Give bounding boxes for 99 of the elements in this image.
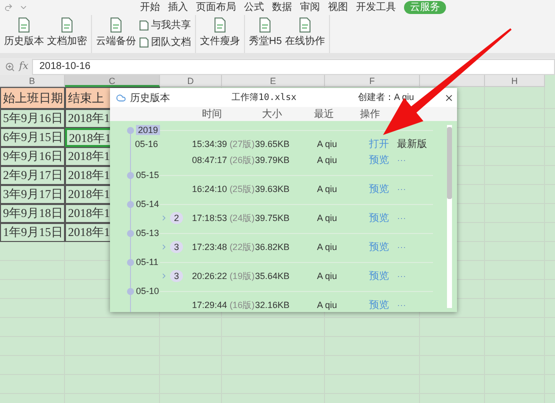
expand-icon[interactable] [160, 272, 168, 280]
document-icon [139, 36, 149, 48]
action-link[interactable]: 预览 [369, 211, 397, 225]
column-header[interactable]: E [222, 75, 325, 87]
user-name: A qiu [317, 300, 338, 310]
file-size: 39.75KB [255, 213, 291, 223]
timeline-dot [127, 230, 134, 236]
more-button[interactable]: ··· [397, 271, 437, 281]
column-header[interactable]: H [485, 75, 545, 87]
action-link[interactable]: 预览 [369, 153, 397, 167]
cloud-icon [116, 92, 126, 102]
date-label: 05-16 [134, 139, 160, 149]
more-button[interactable]: ··· [397, 213, 437, 223]
close-icon[interactable] [444, 92, 454, 102]
dropdown-icon[interactable] [19, 3, 28, 12]
date-label: 05-10 [136, 286, 160, 296]
column-header[interactable]: B [0, 75, 65, 87]
timeline-dot [127, 126, 134, 134]
file-name: 工作簿10.xlsx [230, 92, 298, 104]
ribbon-button[interactable]: 历史版本 [4, 17, 44, 48]
column-label: 时间 [202, 108, 223, 122]
column-label: 大小 [262, 108, 283, 122]
table-cell: 9年9月16日 [0, 147, 65, 166]
ribbon-button[interactable]: 云端备份 [96, 17, 136, 48]
user-name: A qiu [317, 271, 338, 281]
file-size: 35.64KB [255, 271, 291, 281]
timeline-dot [127, 172, 134, 178]
ribbon-tab[interactable]: 公式 [244, 1, 264, 14]
action-link[interactable]: 打开 [369, 137, 397, 151]
scrollbar[interactable] [447, 125, 452, 308]
count-badge: 3 [170, 270, 183, 282]
table-cell: 1年9月15日 [0, 223, 65, 242]
file-size: 39.63KB [255, 184, 291, 194]
action-link[interactable]: 预览 [369, 182, 397, 196]
count-badge: 2 [170, 212, 183, 224]
column-header[interactable]: C [65, 75, 160, 87]
ribbon-tab[interactable]: 视图 [328, 1, 348, 14]
ribbon-button[interactable]: 文档加密 [47, 17, 87, 48]
ribbon-tab[interactable]: 审阅 [300, 1, 320, 14]
function-label: fx [19, 61, 28, 72]
version-time: 17:18:53 (24版) [192, 212, 255, 224]
ribbon-tab[interactable]: 开发工具 [356, 1, 396, 14]
action-link[interactable]: 预览 [369, 298, 397, 312]
user-name: A qiu [317, 242, 338, 252]
version-time: 17:29:44 (16版) [192, 298, 255, 312]
ribbon-button[interactable]: 与我共享 [139, 18, 191, 32]
user-name: A qiu [317, 213, 338, 223]
ribbon-tab[interactable]: 插入 [168, 1, 188, 14]
header-cell: 始上班日期 [0, 87, 65, 109]
document-icon [139, 20, 149, 30]
ribbon-tab[interactable]: 页面布局 [196, 1, 236, 14]
redo-icon[interactable] [4, 3, 13, 12]
table-cell: 9年9月18日 [0, 204, 65, 223]
year-tag: 2019 [136, 125, 160, 135]
column-label: 最近 [314, 108, 335, 122]
count-badge: 3 [170, 241, 183, 253]
expand-icon[interactable] [160, 243, 168, 251]
table-cell: 5年9月16日 [0, 109, 65, 128]
table-cell: 2年9月17日 [0, 166, 65, 185]
date-label: 05-15 [136, 170, 160, 180]
user-name: A qiu [317, 155, 338, 165]
ribbon-tab[interactable]: 数据 [272, 1, 292, 14]
expand-icon[interactable] [160, 214, 168, 222]
column-header[interactable]: D [160, 75, 222, 87]
date-label: 05-13 [136, 228, 160, 238]
ribbon-button[interactable]: 文件瘦身 [200, 17, 240, 48]
table-cell: 6年9月15日 [0, 128, 65, 147]
version-time: 08:47:17 (26版) [192, 154, 255, 166]
file-size: 39.79KB [255, 155, 291, 165]
more-button[interactable]: ··· [397, 184, 437, 194]
table-cell: 3年9月17日 [0, 185, 65, 204]
formula-input[interactable]: 2018-10-16 [32, 58, 555, 74]
latest-label: 最新版 [397, 138, 428, 151]
file-size: 39.65KB [255, 139, 291, 149]
column-header[interactable]: F [325, 75, 420, 87]
user-name: A qiu [317, 139, 338, 149]
date-label: 05-11 [136, 257, 158, 267]
more-button[interactable]: ··· [397, 155, 437, 165]
ribbon-button[interactable]: 秀堂H5 [249, 17, 282, 48]
version-time: 16:24:10 (25版) [192, 182, 255, 196]
file-size: 32.16KB [255, 300, 291, 310]
timeline-dot [127, 258, 134, 266]
timeline-dot [127, 200, 134, 208]
ribbon-tab[interactable]: 开始 [140, 1, 160, 14]
ribbon-tab[interactable]: 云服务 [404, 1, 446, 14]
zoom-icon[interactable] [5, 62, 15, 72]
more-button[interactable]: ··· [397, 242, 437, 252]
version-time: 20:26:22 (19版) [192, 270, 255, 282]
ribbon-button[interactable]: 在线协作 [284, 17, 325, 48]
more-button[interactable]: ··· [397, 300, 437, 310]
action-link[interactable]: 预览 [369, 240, 397, 254]
action-link[interactable]: 预览 [369, 269, 397, 283]
version-time: 15:34:39 (27版) [192, 138, 255, 150]
user-name: A qiu [317, 184, 338, 194]
ribbon-button[interactable]: 团队文档 [139, 35, 191, 49]
timeline-dot [127, 288, 134, 294]
version-time: 17:23:48 (22版) [192, 240, 255, 254]
column-label: 操作 [360, 108, 381, 122]
file-size: 36.82KB [255, 242, 291, 252]
